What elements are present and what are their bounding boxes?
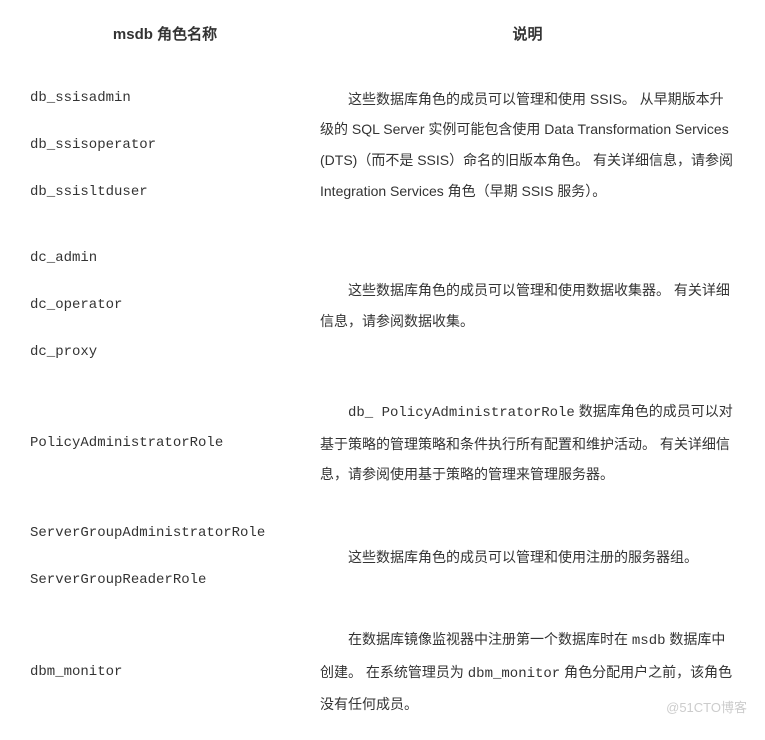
desc-text: 这些数据库角色的成员可以管理和使用数据收集器。 有关详细信息，请参阅数据收集。 — [320, 275, 735, 337]
role-name: db_ssisadmin — [30, 75, 300, 122]
desc-mono-prefix: db_ PolicyAdministratorRole — [348, 405, 575, 421]
role-name: ServerGroupReaderRole — [30, 557, 300, 604]
role-cell: ServerGroupAdministratorRole ServerGroup… — [20, 500, 310, 614]
table-row: PolicyAdministratorRole db_ PolicyAdmini… — [20, 386, 745, 500]
desc-cell: 这些数据库角色的成员可以管理和使用数据收集器。 有关详细信息，请参阅数据收集。 — [310, 225, 745, 385]
role-name: dbm_monitor — [30, 649, 300, 696]
role-cell: dbm_monitor — [20, 614, 310, 730]
role-table: msdb 角色名称 说明 db_ssisadmin db_ssisoperato… — [20, 10, 745, 730]
role-name: db_ssisltduser — [30, 169, 300, 216]
role-cell: dc_admin dc_operator dc_proxy — [20, 225, 310, 385]
desc-text: db_ PolicyAdministratorRole 数据库角色的成员可以对基… — [320, 396, 735, 490]
table-row: ServerGroupAdministratorRole ServerGroup… — [20, 500, 745, 614]
desc-seg-mono: msdb — [632, 633, 666, 649]
role-name: dc_admin — [30, 235, 300, 282]
role-cell: db_ssisadmin db_ssisoperator db_ssisltdu… — [20, 65, 310, 225]
header-desc: 说明 — [310, 10, 745, 65]
desc-cell: 这些数据库角色的成员可以管理和使用注册的服务器组。 — [310, 500, 745, 614]
role-name: db_ssisoperator — [30, 122, 300, 169]
desc-cell: 这些数据库角色的成员可以管理和使用 SSIS。 从早期版本升级的 SQL Ser… — [310, 65, 745, 225]
role-cell: PolicyAdministratorRole — [20, 386, 310, 500]
table-row: dc_admin dc_operator dc_proxy 这些数据库角色的成员… — [20, 225, 745, 385]
role-name: dc_operator — [30, 282, 300, 329]
table-row: dbm_monitor 在数据库镜像监视器中注册第一个数据库时在 msdb 数据… — [20, 614, 745, 730]
role-name: dc_proxy — [30, 329, 300, 376]
role-name: ServerGroupAdministratorRole — [30, 510, 300, 557]
desc-seg: 在数据库镜像监视器中注册第一个数据库时在 — [348, 631, 632, 647]
table-header-row: msdb 角色名称 说明 — [20, 10, 745, 65]
desc-text: 这些数据库角色的成员可以管理和使用注册的服务器组。 — [320, 542, 735, 573]
header-role: msdb 角色名称 — [20, 10, 310, 65]
desc-text: 这些数据库角色的成员可以管理和使用 SSIS。 从早期版本升级的 SQL Ser… — [320, 84, 735, 207]
desc-cell: db_ PolicyAdministratorRole 数据库角色的成员可以对基… — [310, 386, 745, 500]
desc-seg-mono: dbm_monitor — [468, 666, 560, 682]
role-name: PolicyAdministratorRole — [30, 420, 300, 467]
watermark: @51CTO博客 — [666, 694, 747, 723]
table-row: db_ssisadmin db_ssisoperator db_ssisltdu… — [20, 65, 745, 225]
